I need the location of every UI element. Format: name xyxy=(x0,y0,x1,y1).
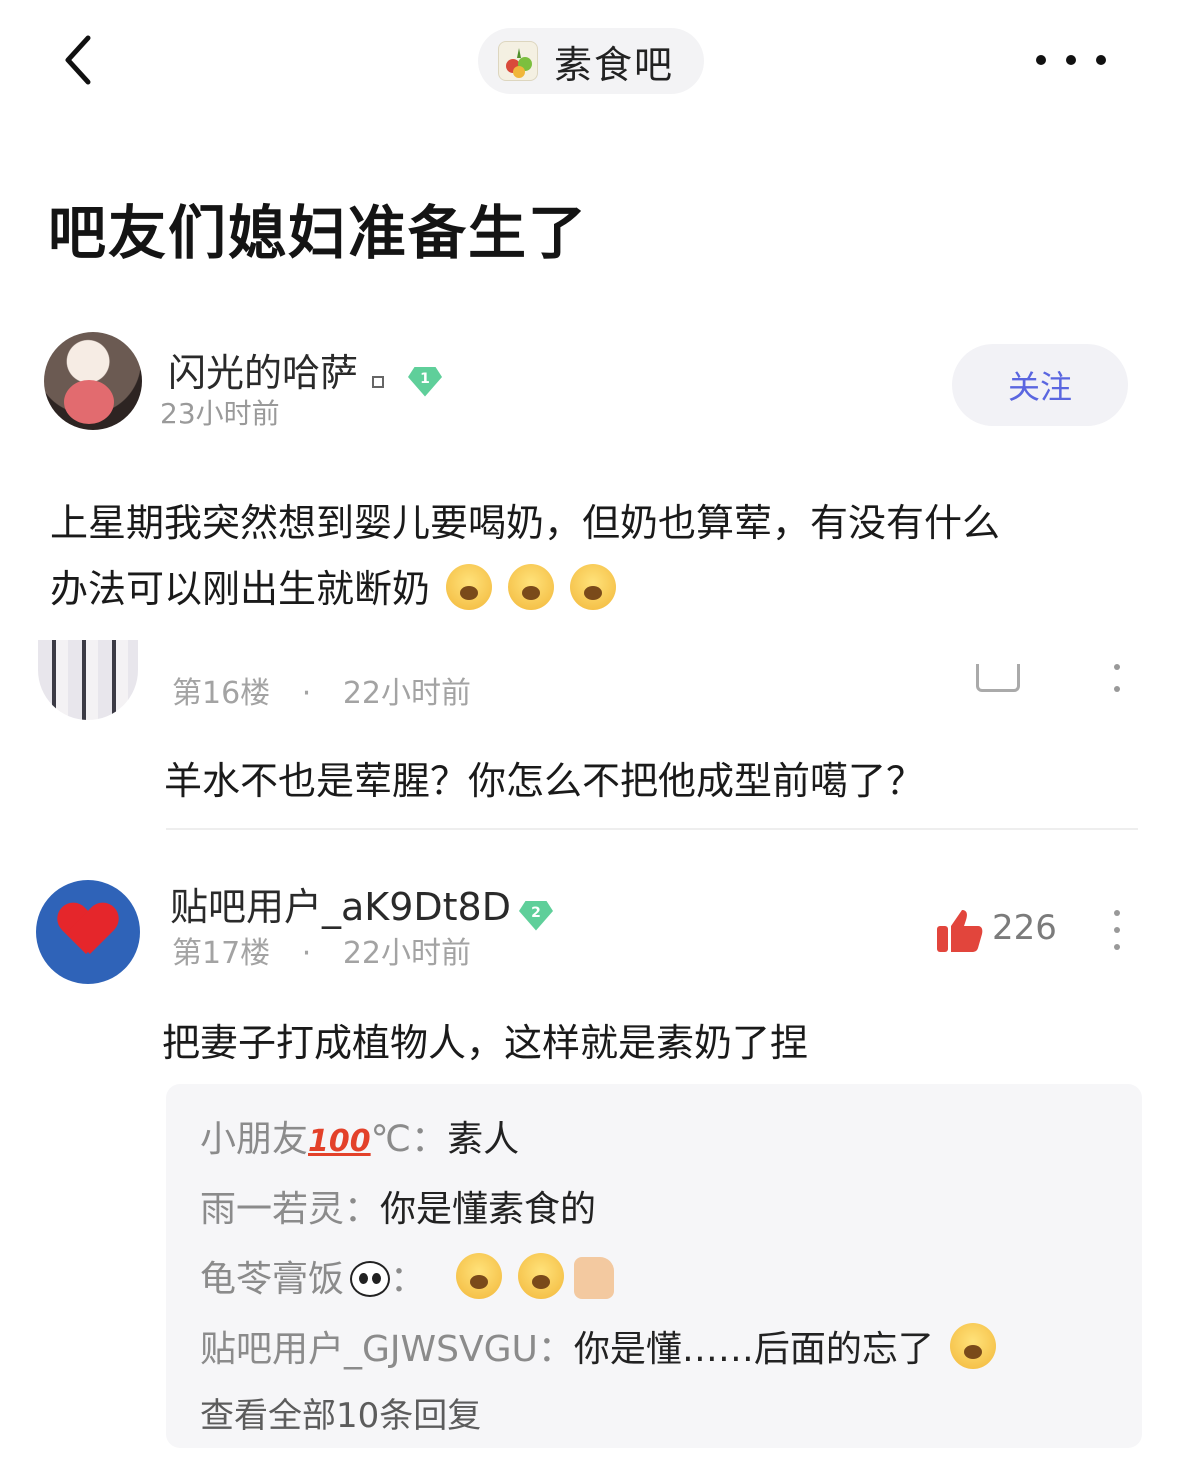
sub-reply[interactable]: 贴吧用户_GJWSVGU：你是懂……后面的忘了 xyxy=(200,1320,996,1372)
reply-more-button[interactable] xyxy=(1114,664,1122,692)
avatar-detail xyxy=(64,380,114,424)
thumbs-up-icon[interactable] xyxy=(934,906,984,956)
crying-face-icon xyxy=(570,564,617,610)
back-button[interactable] xyxy=(50,30,110,90)
forum-name: 素食吧 xyxy=(554,42,675,87)
more-options-button[interactable] xyxy=(1036,42,1106,78)
dot xyxy=(1114,664,1120,670)
panda-icon xyxy=(350,1261,391,1297)
meta-separator: · xyxy=(301,676,312,711)
sub-reply-sep: ： xyxy=(390,1259,427,1300)
sub-reply-sep: ： xyxy=(344,1189,381,1230)
sub-reply[interactable]: 龟苓膏饭 ： xyxy=(200,1250,615,1302)
crying-face-icon xyxy=(446,564,493,610)
reply-meta: 第16楼 · 22小时前 xyxy=(172,668,471,712)
reply-author-name[interactable]: 贴吧用户_aK9Dt8D xyxy=(170,885,511,929)
laughing-face-icon xyxy=(949,1323,996,1369)
sub-reply-user[interactable]: 小朋友 xyxy=(200,1119,308,1160)
reply-text: 把妻子打成植物人，这样就是素奶了捏 xyxy=(162,1021,809,1065)
reply-author-row: 贴吧用户_aK9Dt8D 2 xyxy=(170,876,553,931)
reply-text: 羊水不也是荤腥？你怎么不把他成型前噶了？ xyxy=(164,759,925,803)
level-badge-icon: 2 xyxy=(518,900,553,931)
view-all-replies-link[interactable]: 查看全部10条回复 xyxy=(200,1388,481,1437)
follow-button[interactable]: 关注 xyxy=(952,344,1128,426)
forum-logo-icon xyxy=(498,41,538,81)
sub-reply-sep: ： xyxy=(537,1329,574,1370)
angry-face-icon xyxy=(456,1253,503,1299)
floor-number: 第16楼 xyxy=(172,676,271,711)
post-content-text: 办法可以刚出生就断奶 xyxy=(50,567,431,611)
reply-avatar[interactable] xyxy=(36,880,140,984)
author-row: 闪光的哈萨 1 xyxy=(168,342,443,397)
sub-reply-text: 素人 xyxy=(447,1119,520,1160)
crying-face-icon xyxy=(508,564,555,610)
dot xyxy=(1114,927,1120,933)
reply-meta: 第17楼 · 22小时前 xyxy=(172,928,471,972)
chevron-left-icon xyxy=(65,35,91,85)
sub-reply-text: 你是懂素食的 xyxy=(380,1189,597,1230)
post-time: 23小时前 xyxy=(160,397,280,430)
reply-time: 22小时前 xyxy=(342,676,472,711)
like-count: 226 xyxy=(992,908,1057,948)
sub-reply-user[interactable]: 雨一若灵 xyxy=(200,1189,344,1230)
reply-avatar[interactable] xyxy=(38,640,138,720)
post-content-line-2: 办法可以刚出生就断奶 xyxy=(50,556,1160,622)
dot xyxy=(1036,55,1046,65)
meta-separator: · xyxy=(301,936,312,971)
dot xyxy=(1096,55,1106,65)
sub-reply-user-suffix: ℃ xyxy=(370,1119,412,1160)
post-content-line: 上星期我突然想到婴儿要喝奶，但奶也算荤，有没有什么 xyxy=(50,501,1001,545)
level-badge-icon: 1 xyxy=(408,366,443,397)
sub-reply[interactable]: 雨一若灵：你是懂素食的 xyxy=(200,1180,596,1232)
sub-reply[interactable]: 小朋友100℃：素人 xyxy=(200,1110,519,1162)
author-avatar[interactable] xyxy=(44,332,142,430)
dot xyxy=(1114,686,1120,692)
dot xyxy=(1114,944,1120,950)
thumbs-up-emoji-icon xyxy=(574,1257,615,1299)
laughing-face-icon xyxy=(518,1253,565,1299)
dot xyxy=(1066,55,1076,65)
sub-reply-user[interactable]: 贴吧用户_GJWSVGU xyxy=(200,1329,538,1370)
heart-icon xyxy=(58,904,118,960)
author-name[interactable]: 闪光的哈萨 xyxy=(168,351,358,395)
vip-square-icon xyxy=(372,375,385,388)
sub-reply-text: 你是懂……后面的忘了 xyxy=(573,1329,934,1370)
like-icon[interactable] xyxy=(976,664,1020,692)
reply-time: 22小时前 xyxy=(342,936,472,971)
sub-reply-sep: ： xyxy=(411,1119,448,1160)
post-content: 上星期我突然想到婴儿要喝奶，但奶也算荤，有没有什么 办法可以刚出生就断奶 xyxy=(50,490,1160,622)
forum-header[interactable]: 素食吧 xyxy=(478,28,704,94)
reply-more-button[interactable] xyxy=(1114,910,1122,950)
floor-number: 第17楼 xyxy=(172,936,271,971)
hundred-emoji-icon: 100 xyxy=(308,1124,371,1159)
dot xyxy=(1114,910,1120,916)
post-title: 吧友们媳妇准备生了 xyxy=(48,199,589,267)
sub-reply-user[interactable]: 龟苓膏饭 xyxy=(200,1259,344,1300)
divider xyxy=(166,828,1138,830)
